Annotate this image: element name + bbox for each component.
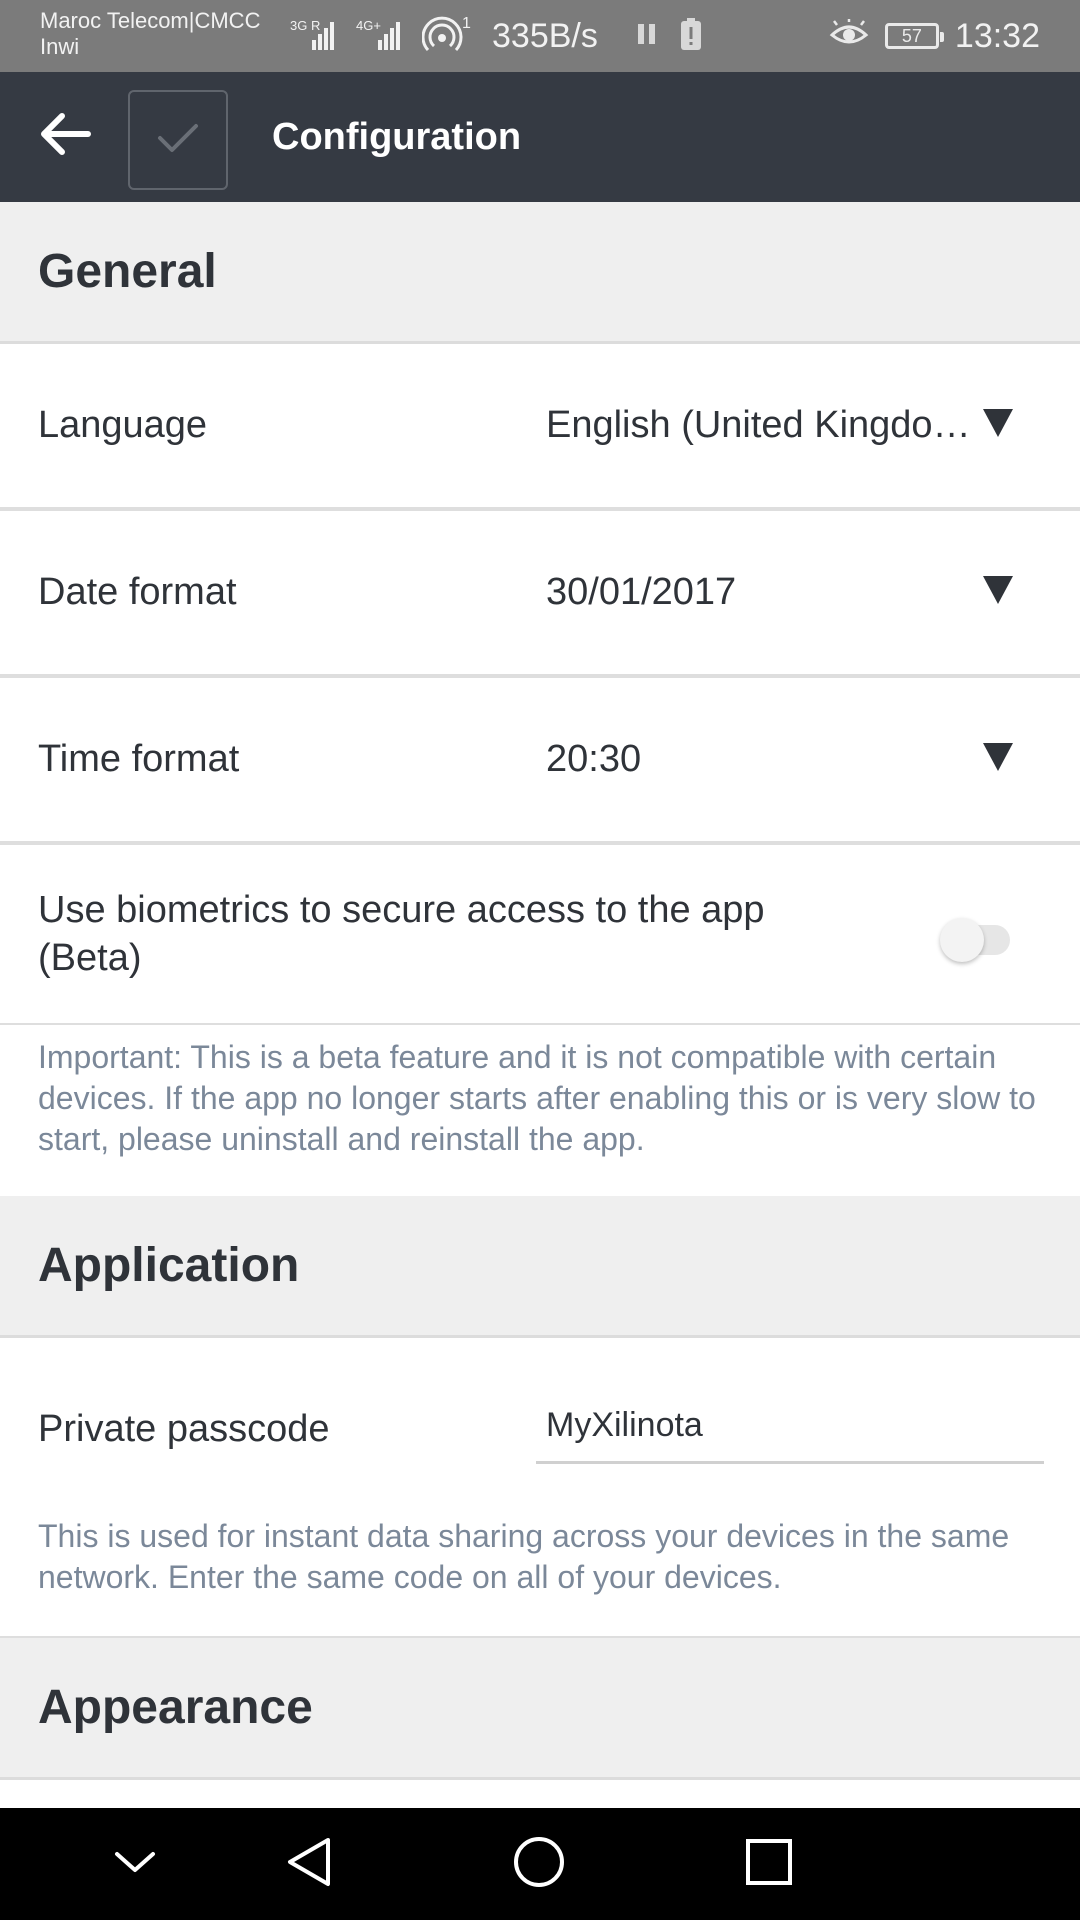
settings-content[interactable]: General Language English (United Kingdom…	[0, 202, 1080, 1808]
page-title: Configuration	[272, 115, 522, 158]
time-format-setting[interactable]: Time format 20:30	[0, 678, 1080, 845]
date-format-label: Date format	[38, 571, 237, 613]
passcode-input[interactable]	[536, 1390, 1044, 1464]
signal-4g-tag: 4G+	[356, 18, 381, 33]
carrier-secondary: Inwi	[40, 34, 80, 59]
checkmark-icon	[156, 120, 200, 161]
passcode-note: This is used for instant data sharing ac…	[0, 1498, 1080, 1638]
language-label: Language	[38, 404, 208, 446]
date-format-setting[interactable]: Date format 30/01/2017	[0, 511, 1080, 678]
arrow-left-icon	[36, 110, 92, 163]
carrier-info: Maroc Telecom|CMCC Inwi	[40, 8, 260, 60]
circle-icon	[511, 1834, 567, 1895]
biometrics-setting[interactable]: Use biometrics to secure access to the a…	[0, 845, 1080, 1025]
passcode-label: Private passcode	[38, 1408, 330, 1450]
system-navigation-bar	[0, 1808, 1080, 1920]
date-format-value: 30/01/2017	[546, 571, 737, 613]
language-setting[interactable]: Language English (United Kingdom)	[0, 344, 1080, 511]
save-button[interactable]	[128, 90, 228, 190]
hotspot-count: 1	[462, 15, 471, 32]
triangle-down-icon	[982, 575, 1014, 610]
nav-back-button[interactable]	[264, 1828, 354, 1900]
nav-hide-button[interactable]	[90, 1828, 180, 1900]
signal-3g-icon: 3G R	[290, 14, 342, 59]
biometrics-label: Use biometrics to secure access to the a…	[38, 889, 765, 979]
eye-comfort-icon	[829, 18, 869, 54]
status-right: 57 13:32	[829, 14, 1040, 58]
alert-battery-icon	[680, 17, 702, 55]
triangle-down-icon	[982, 408, 1014, 443]
pause-icon	[636, 22, 658, 51]
biometrics-note: Important: This is a beta feature and it…	[0, 1025, 1080, 1196]
network-speed: 335B/s	[492, 17, 598, 55]
carrier-primary: Maroc Telecom|CMCC	[40, 8, 261, 33]
hotspot-icon: 1	[421, 14, 474, 59]
time-format-label: Time format	[38, 738, 240, 780]
square-icon	[744, 1837, 794, 1892]
section-header-appearance: Appearance	[0, 1638, 1080, 1780]
status-bar: Maroc Telecom|CMCC Inwi 3G R 4G+ 1 335B/…	[0, 0, 1080, 72]
chevron-down-icon	[113, 1848, 157, 1881]
clock: 13:32	[954, 16, 1040, 55]
app-bar: Configuration	[0, 72, 1080, 202]
signal-icons: 3G R 4G+ 1	[290, 14, 474, 58]
notification-icons	[636, 14, 702, 58]
time-format-select[interactable]: 20:30	[546, 678, 976, 841]
nav-recents-button[interactable]	[724, 1828, 814, 1900]
signal-4g-icon: 4G+	[356, 14, 408, 59]
biometrics-toggle[interactable]	[940, 915, 1016, 962]
back-button[interactable]	[28, 100, 100, 172]
date-format-dropdown-arrow[interactable]	[982, 511, 1014, 674]
passcode-setting: Private passcode	[0, 1338, 1080, 1498]
battery-indicator: 57	[884, 23, 944, 49]
section-header-application: Application	[0, 1196, 1080, 1338]
language-dropdown-arrow[interactable]	[982, 344, 1014, 507]
toggle-thumb	[940, 918, 984, 962]
nav-home-button[interactable]	[494, 1828, 584, 1900]
signal-3g-tag: 3G R	[290, 18, 320, 33]
section-header-general: General	[0, 202, 1080, 344]
language-value: English (United Kingdom)	[546, 404, 976, 446]
date-format-select[interactable]: 30/01/2017	[546, 511, 976, 674]
triangle-down-icon	[982, 742, 1014, 777]
language-select[interactable]: English (United Kingdom)	[546, 344, 976, 507]
triangle-left-icon	[284, 1836, 334, 1893]
time-format-dropdown-arrow[interactable]	[982, 678, 1014, 841]
time-format-value: 20:30	[546, 738, 642, 780]
